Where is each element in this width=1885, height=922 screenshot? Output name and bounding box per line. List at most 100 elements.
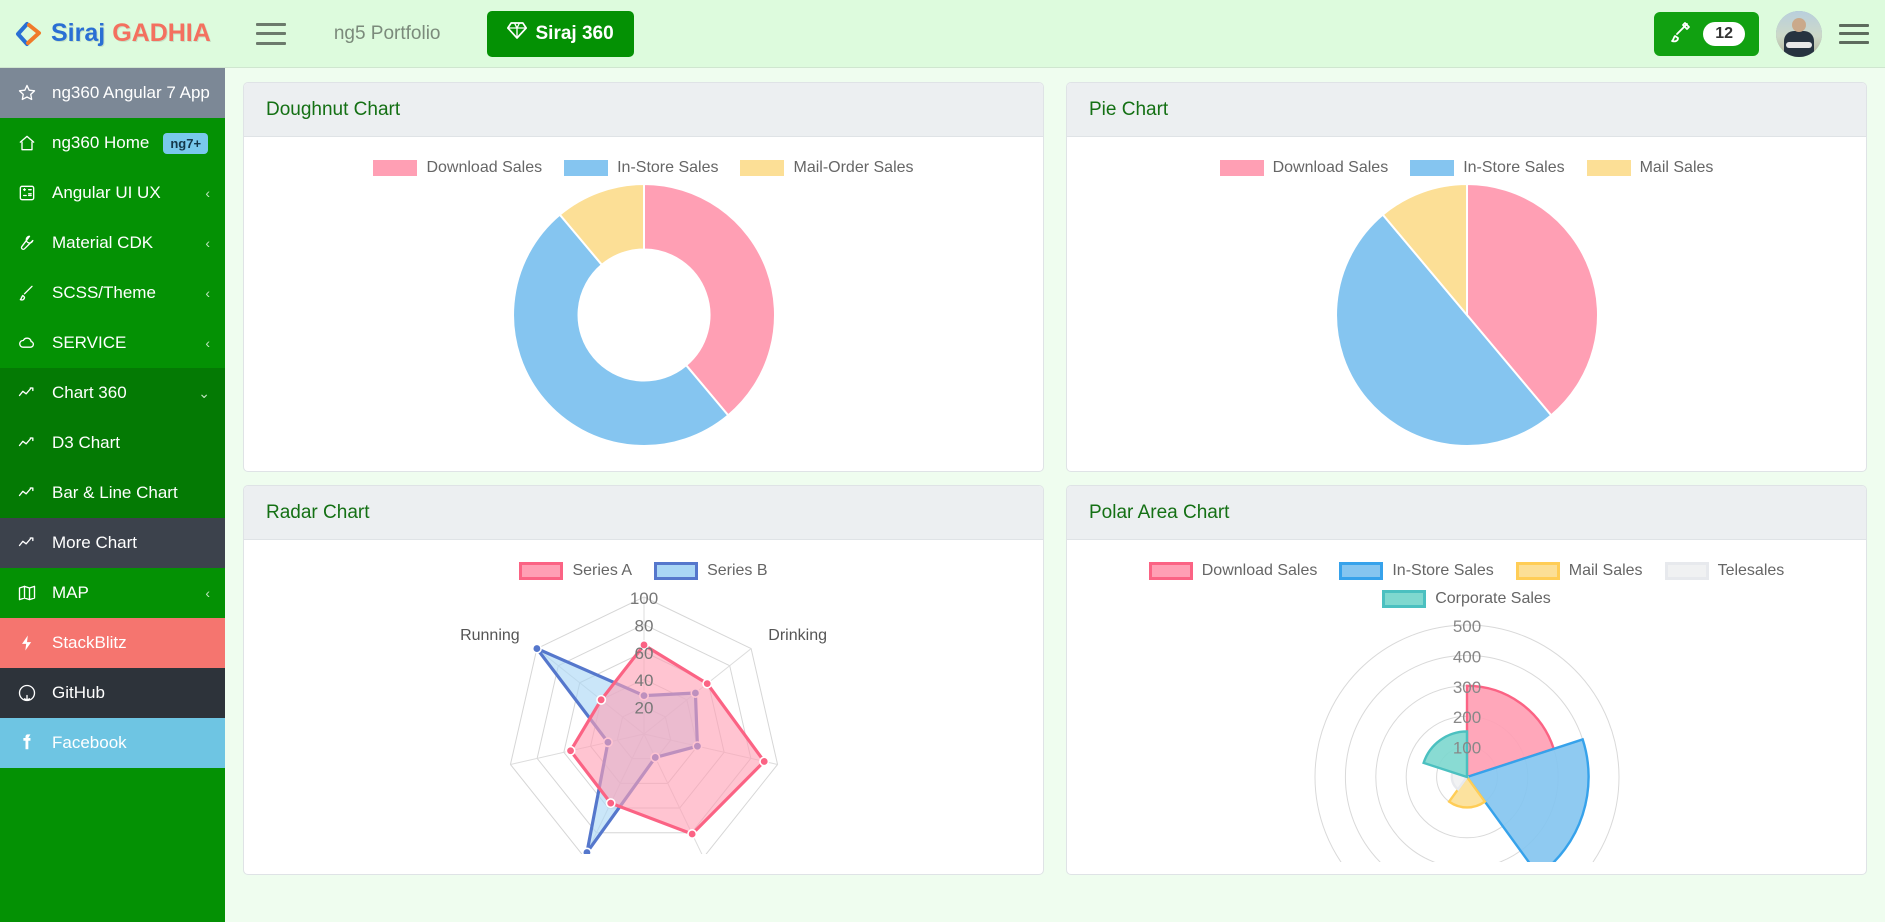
wrench-icon: [17, 233, 44, 253]
card-body: Download Sales In-Store Sales Mail-Order S…: [244, 137, 1043, 471]
legend-entry[interactable]: Download Sales: [1148, 562, 1317, 580]
legend-entry[interactable]: In-Store Sales: [1410, 159, 1565, 177]
card-doughnut-chart: Doughnut Chart Download Sales In-Store Sa…: [243, 82, 1044, 472]
chart-canvas-polar[interactable]: 100 200 300 400 500: [1067, 612, 1866, 862]
card-title: Doughnut Chart: [266, 98, 401, 120]
legend-color-swatch: [1410, 160, 1455, 176]
legend-color-swatch: [1148, 562, 1193, 580]
legend-entry[interactable]: Corporate Sales: [1382, 590, 1551, 608]
sidebar-item-ng360-angular-7-app[interactable]: ng360 Angular 7 App: [0, 68, 225, 118]
legend-entry[interactable]: Telesales: [1664, 562, 1785, 580]
line-chart-icon: [17, 483, 44, 503]
legend-label: In-Store Sales: [1392, 562, 1494, 579]
sidebar-item-label: Chart 360: [52, 383, 127, 402]
chart-canvas-doughnut[interactable]: [244, 181, 1043, 449]
legend-label: Download Sales: [1272, 159, 1389, 176]
polar-tick-label: 300: [1452, 678, 1480, 697]
sidebar-item-label: Angular UI UX: [52, 183, 161, 202]
radar-data-point[interactable]: [758, 756, 769, 767]
radar-axis-label: Drinking: [768, 627, 827, 644]
chart-legend-pie: Download Sales In-Store Sales Mail Sales: [1067, 147, 1866, 181]
legend-entry[interactable]: Mail Sales: [1515, 562, 1643, 580]
sidebar-item-ng360-home[interactable]: ng360 Home ng7+: [0, 118, 225, 168]
legend-color-swatch: [1219, 160, 1264, 176]
siraj-360-button[interactable]: Siraj 360: [486, 10, 634, 57]
legend-entry[interactable]: Mail-Order Sales: [740, 159, 914, 177]
radar-data-point[interactable]: [595, 694, 606, 705]
sidebar-item-facebook[interactable]: Facebook: [0, 718, 225, 768]
legend-label: Corporate Sales: [1435, 590, 1551, 607]
chart-legend-radar: Series A Series B: [244, 550, 1043, 584]
sidebar-item-bar-line-chart[interactable]: Bar & Line Chart: [0, 468, 225, 518]
brand-logo[interactable]: Siraj GADHIA: [14, 19, 211, 49]
charts-grid: Doughnut Chart Download Sales In-Store Sa…: [243, 82, 1867, 875]
legend-color-swatch: [1586, 160, 1631, 176]
sidebar-item-material-cdk[interactable]: Material CDK ‹: [0, 218, 225, 268]
sidebar-item-label: StackBlitz: [52, 633, 127, 652]
sidebar-item-label: D3 Chart: [52, 433, 121, 452]
hamburger-line: [1839, 32, 1869, 35]
legend-entry[interactable]: Series B: [654, 562, 768, 580]
chevron-down-icon: ⌄: [198, 384, 210, 401]
hamburger-line: [1839, 23, 1869, 27]
brand-name-secondary: GADHIA: [112, 19, 211, 47]
right-hamburger-icon[interactable]: [1839, 23, 1869, 44]
sidebar-item-stackblitz[interactable]: StackBlitz: [0, 618, 225, 668]
sidebar-item-label: SCSS/Theme: [52, 283, 156, 302]
chart-canvas-pie[interactable]: [1067, 181, 1866, 449]
chevron-left-icon: ‹: [205, 335, 210, 351]
legend-entry[interactable]: Series A: [519, 562, 632, 580]
radar-data-point[interactable]: [565, 745, 576, 756]
sidebar-item-more-chart[interactable]: More Chart: [0, 518, 225, 568]
radar-data-point[interactable]: [686, 828, 697, 839]
chart-legend-polar: Download Sales In-Store Sales Mail Sales Te…: [1067, 550, 1866, 612]
sidebar-item-angular-ui-ux[interactable]: Angular UI UX ‹: [0, 168, 225, 218]
card-header: Polar Area Chart: [1067, 486, 1866, 540]
radar-data-point[interactable]: [605, 798, 616, 809]
radar-data-point[interactable]: [531, 643, 542, 654]
avatar-arms: [1786, 41, 1812, 48]
legend-label: Series B: [707, 562, 768, 579]
hamburger-line: [255, 41, 286, 45]
sidebar-item-label: Bar & Line Chart: [52, 483, 178, 502]
theme-brush-button[interactable]: 12: [1654, 11, 1759, 56]
legend-entry[interactable]: In-Store Sales: [564, 159, 718, 177]
legend-color-swatch: [654, 562, 699, 580]
sidebar-item-d3-chart[interactable]: D3 Chart: [0, 418, 225, 468]
card-body: Series A Series B 20406080100EatingDrinki…: [244, 540, 1043, 874]
sidebar-item-service[interactable]: SERVICE ‹: [0, 318, 225, 368]
avatar-head: [1792, 17, 1806, 32]
line-chart-icon: [17, 433, 44, 453]
github-icon: [17, 683, 44, 703]
chart-canvas-radar[interactable]: 20406080100EatingDrinkingRunning: [244, 584, 1043, 854]
card-body: Download Sales In-Store Sales Mail Sales Te…: [1067, 540, 1866, 874]
hamburger-line: [1839, 40, 1869, 44]
hamburger-icon[interactable]: [255, 22, 286, 45]
sidebar-bottom-strip: [0, 908, 225, 922]
sidebar-item-label: ng360 Angular 7 App: [52, 83, 210, 102]
sidebar-item-map[interactable]: MAP ‹: [0, 568, 225, 618]
radar-data-point[interactable]: [701, 678, 712, 689]
sidebar-item-chart-360[interactable]: Chart 360 ⌄: [0, 368, 225, 418]
legend-entry[interactable]: In-Store Sales: [1339, 562, 1494, 580]
brand-name-primary: Siraj: [51, 19, 106, 47]
legend-entry[interactable]: Mail Sales: [1586, 159, 1713, 177]
radar-data-point[interactable]: [581, 847, 592, 854]
legend-label: Telesales: [1717, 562, 1785, 579]
star-icon: [17, 83, 44, 103]
radar-tick-label: 100: [629, 589, 657, 608]
radar-tick-label: 60: [634, 644, 653, 663]
legend-label: In-Store Sales: [1463, 159, 1565, 176]
header-right-actions: 12: [1654, 10, 1869, 57]
card-title: Pie Chart: [1089, 98, 1169, 120]
avatar[interactable]: [1776, 10, 1822, 57]
sidebar-item-scss-theme[interactable]: SCSS/Theme ‹: [0, 268, 225, 318]
sidebar-item-github[interactable]: GitHub: [0, 668, 225, 718]
legend-entry[interactable]: Download Sales: [1219, 159, 1389, 177]
line-chart-icon: [17, 533, 44, 553]
sidebar-version-badge: ng7+: [163, 132, 209, 154]
legend-entry[interactable]: Download Sales: [373, 159, 542, 177]
radar-tick-label: 20: [634, 699, 653, 718]
cloud-icon: [17, 333, 44, 353]
chevron-left-icon: ‹: [205, 235, 210, 251]
